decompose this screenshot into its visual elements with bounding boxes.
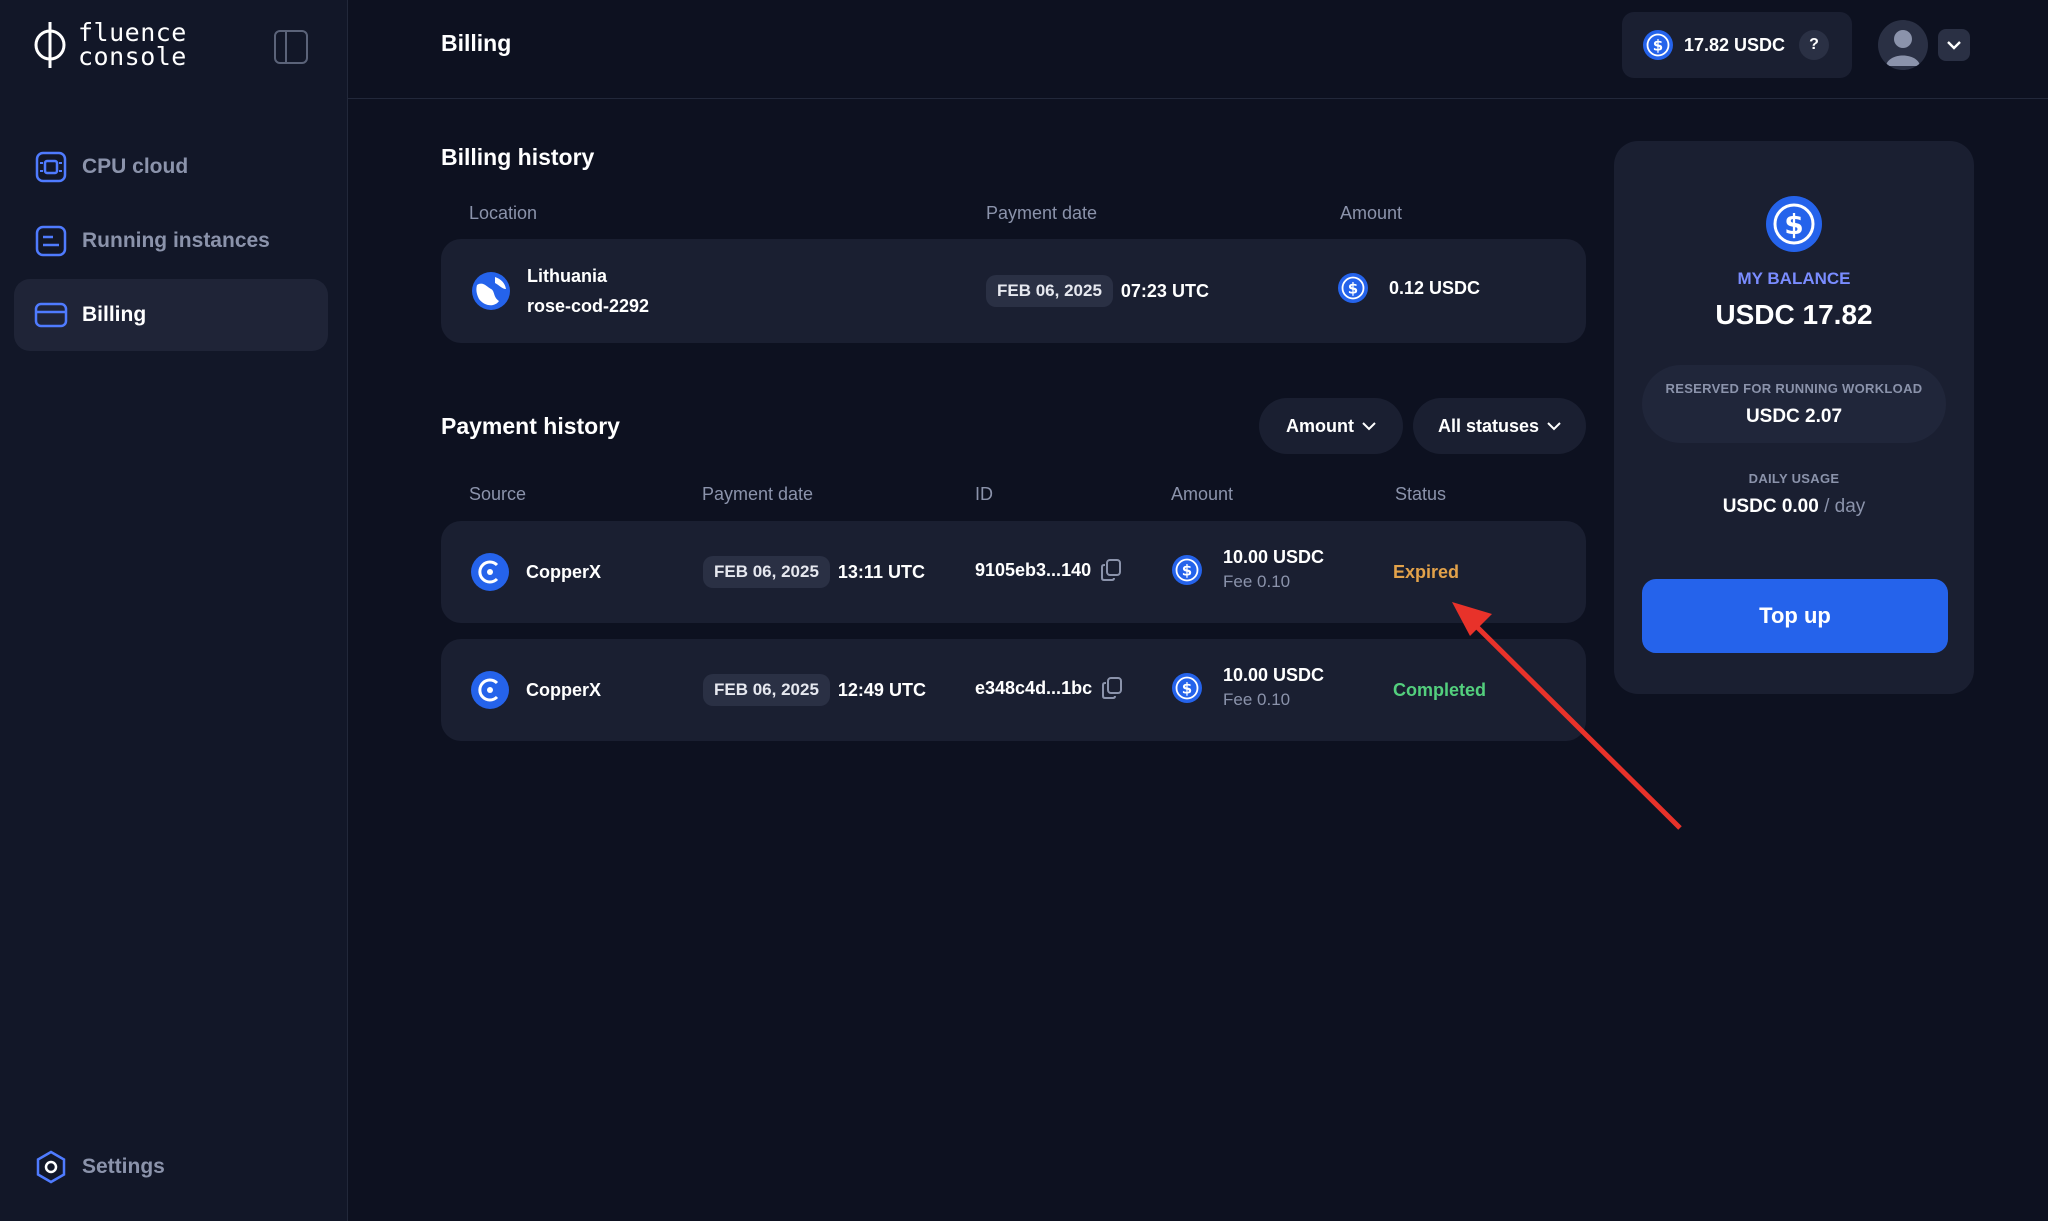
daily-usage-label: DAILY USAGE xyxy=(1748,471,1840,486)
status-filter-label: All statuses xyxy=(1437,415,1540,436)
payment-time: 12:49 UTC xyxy=(837,679,926,700)
reserved-value: USDC 2.07 xyxy=(1745,406,1843,427)
payment-id: e348c4d...1bc xyxy=(975,677,1093,698)
usdc-coin-icon: $ xyxy=(1338,273,1368,303)
payment-fee: Fee 0.10 xyxy=(1223,690,1291,709)
payment-date: FEB 06, 2025 xyxy=(703,556,830,588)
my-balance-value: USDC 17.82 xyxy=(1715,299,1873,330)
payment-date: FEB 06, 2025 xyxy=(703,674,830,706)
top-header: Billing $ 17.82 USDC ? xyxy=(348,0,2048,99)
payment-id: 9105eb3...140 xyxy=(975,559,1092,580)
logo[interactable]: fluence console xyxy=(32,20,187,70)
payment-fee: Fee 0.10 xyxy=(1223,572,1291,591)
sidebar: fluence console CPU cloud Running instan… xyxy=(0,0,348,1221)
sidebar-item-label: Running instances xyxy=(82,229,270,252)
daily-usage-value: USDC 0.00 xyxy=(1722,496,1819,517)
logo-text: fluence console xyxy=(78,20,187,71)
payment-source: CopperX xyxy=(526,561,602,582)
col-status: Status xyxy=(1395,484,1447,504)
col-payment-date: Payment date xyxy=(702,484,814,504)
sidebar-item-label: Billing xyxy=(82,303,147,326)
svg-text:$: $ xyxy=(1348,280,1358,298)
top-up-button[interactable]: Top up xyxy=(1642,579,1948,653)
amount-filter-label: Amount xyxy=(1286,415,1354,436)
sidebar-item-settings[interactable]: Settings xyxy=(14,1131,328,1203)
my-balance-label: MY BALANCE xyxy=(1737,269,1851,288)
usdc-coin-icon: $ xyxy=(1643,30,1673,60)
usdc-coin-icon: $ xyxy=(1766,196,1822,252)
svg-text:$: $ xyxy=(1182,679,1192,697)
copy-icon[interactable] xyxy=(1101,559,1122,581)
help-button[interactable]: ? xyxy=(1799,30,1830,60)
fluence-logo-icon xyxy=(34,22,66,68)
status-badge: Completed xyxy=(1393,680,1487,700)
payment-row[interactable]: CopperX FEB 06, 2025 13:11 UTC 9105eb3..… xyxy=(441,521,1586,623)
amount-filter-dropdown[interactable]: Amount xyxy=(1259,398,1403,454)
usdc-coin-icon: $ xyxy=(1172,554,1202,585)
payment-date: FEB 06, 2025 xyxy=(986,275,1113,307)
col-location: Location xyxy=(469,203,538,223)
billing-history-title: Billing history xyxy=(441,144,595,170)
daily-usage: DAILY USAGE USDC 0.00 / day xyxy=(1614,471,1974,518)
svg-text:$: $ xyxy=(1182,561,1192,579)
location-name: Lithuania xyxy=(527,266,607,286)
billing-row[interactable]: Lithuania rose-cod-2292 FEB 06, 2025 07:… xyxy=(441,239,1586,343)
svg-text:$: $ xyxy=(1784,208,1803,241)
reserved-box: RESERVED FOR RUNNING WORKLOAD USDC 2.07 xyxy=(1642,365,1946,443)
user-icon xyxy=(1886,30,1920,66)
copperx-logo-icon xyxy=(471,553,509,591)
globe-icon xyxy=(472,272,510,310)
reserved-label: RESERVED FOR RUNNING WORKLOAD xyxy=(1665,381,1923,396)
avatar[interactable] xyxy=(1878,20,1928,70)
payment-row[interactable]: CopperX FEB 06, 2025 12:49 UTC e348c4d..… xyxy=(441,639,1586,741)
header-balance-value: 17.82 USDC xyxy=(1684,34,1786,55)
instance-name: rose-cod-2292 xyxy=(527,296,650,316)
col-payment-date: Payment date xyxy=(986,203,1098,223)
chevron-down-icon xyxy=(1947,41,1961,50)
header-balance-chip[interactable]: $ 17.82 USDC ? xyxy=(1622,12,1852,78)
chevron-down-icon xyxy=(1547,421,1561,430)
payment-source: CopperX xyxy=(526,679,602,700)
payment-amount: 10.00 USDC xyxy=(1223,547,1325,567)
page-title: Billing xyxy=(441,30,512,56)
settings-icon xyxy=(34,1150,68,1184)
balance-panel: $ MY BALANCE USDC 17.82 RESERVED FOR RUN… xyxy=(1614,141,1974,694)
sidebar-item-label: CPU cloud xyxy=(82,155,189,178)
logo-line-2: console xyxy=(78,42,187,71)
col-source: Source xyxy=(469,484,527,504)
usdc-coin-icon: $ xyxy=(1172,672,1202,703)
payment-history-title: Payment history xyxy=(441,413,620,439)
sidebar-item-running-instances[interactable]: Running instances xyxy=(14,205,328,277)
status-badge: Expired xyxy=(1393,562,1460,582)
col-amount: Amount xyxy=(1171,484,1234,504)
col-id: ID xyxy=(975,484,993,504)
payment-time: 13:11 UTC xyxy=(837,561,925,582)
cpu-icon xyxy=(34,150,68,184)
copperx-logo-icon xyxy=(471,671,509,709)
col-amount: Amount xyxy=(1340,203,1403,223)
instances-icon xyxy=(34,224,68,258)
svg-text:$: $ xyxy=(1653,37,1663,55)
payment-time: 07:23 UTC xyxy=(1120,280,1209,301)
sidebar-item-label: Settings xyxy=(82,1155,165,1178)
status-filter-dropdown[interactable]: All statuses xyxy=(1413,398,1586,454)
billing-amount: 0.12 USDC xyxy=(1389,277,1481,298)
sidebar-item-cpu-cloud[interactable]: CPU cloud xyxy=(14,131,328,203)
copy-icon[interactable] xyxy=(1102,677,1123,699)
daily-usage-unit: / day xyxy=(1824,496,1866,517)
payment-amount: 10.00 USDC xyxy=(1223,665,1325,685)
sidebar-item-billing[interactable]: Billing xyxy=(14,279,328,351)
account-menu-button[interactable] xyxy=(1938,29,1970,61)
sidebar-collapse-icon[interactable] xyxy=(274,30,308,64)
card-icon xyxy=(34,298,68,332)
chevron-down-icon xyxy=(1362,421,1376,430)
